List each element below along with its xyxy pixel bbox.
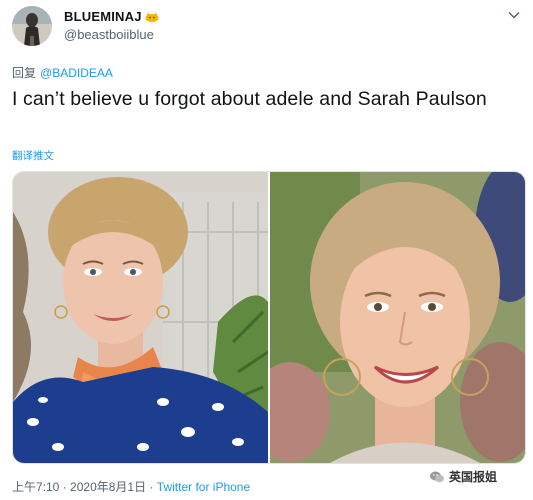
tweet-card: BLUEMINAJ @beastboiiblue 回复 @BADIDEAA I c… xyxy=(0,0,533,500)
chevron-down-icon[interactable] xyxy=(507,8,521,22)
reply-mention-link[interactable]: @BADIDEAA xyxy=(40,66,113,80)
watermark: 英国报姐 xyxy=(422,466,503,487)
meta-separator: · xyxy=(62,480,67,494)
media-gallery xyxy=(12,171,526,464)
cat-emoji-icon xyxy=(145,12,159,22)
reply-context: 回复 @BADIDEAA xyxy=(12,64,113,81)
user-name-row[interactable]: BLUEMINAJ xyxy=(64,9,159,24)
photo-right-image xyxy=(270,172,525,463)
wechat-logo-icon xyxy=(429,471,444,482)
photo-left[interactable] xyxy=(13,172,268,463)
photo-right[interactable] xyxy=(270,172,525,463)
tweet-time[interactable]: 上午7:10 xyxy=(12,480,59,494)
meta-separator: · xyxy=(149,480,154,494)
photo-left-image xyxy=(13,172,268,463)
display-name[interactable]: BLUEMINAJ xyxy=(64,9,142,24)
reply-label: 回复 xyxy=(12,66,37,80)
user-handle[interactable]: @beastboiiblue xyxy=(64,27,154,42)
avatar-image xyxy=(12,6,52,46)
tweet-text: I can’t believe u forgot about adele and… xyxy=(12,88,487,110)
translate-tweet-link[interactable]: 翻译推文 xyxy=(12,148,54,163)
tweet-source-link[interactable]: Twitter for iPhone xyxy=(157,480,250,494)
tweet-date[interactable]: 2020年8月1日 xyxy=(70,480,146,494)
tweet-meta: 上午7:10 · 2020年8月1日 · Twitter for iPhone xyxy=(12,478,250,495)
avatar[interactable] xyxy=(12,6,52,46)
watermark-text: 英国报姐 xyxy=(448,470,497,484)
